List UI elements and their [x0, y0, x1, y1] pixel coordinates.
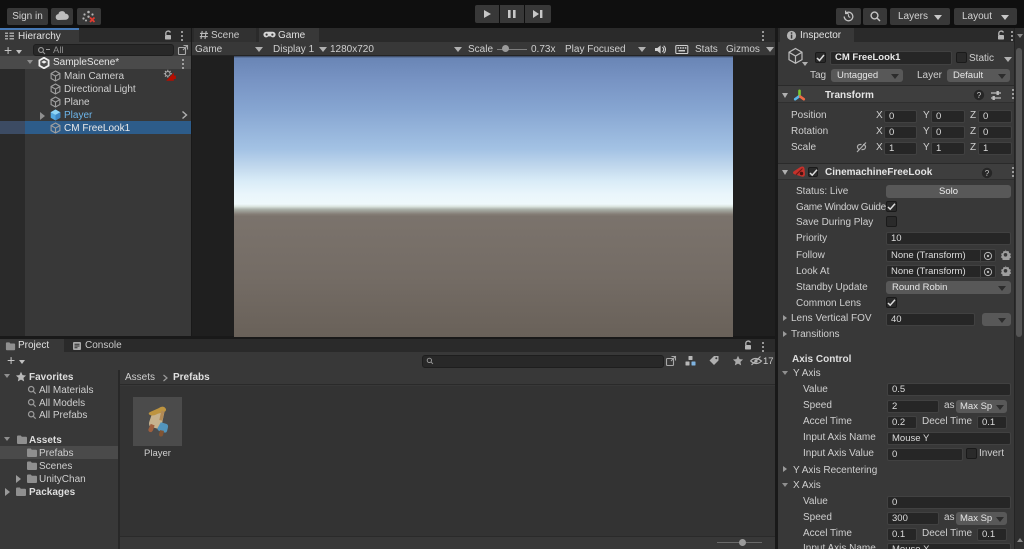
- svg-text:?: ?: [985, 168, 990, 177]
- svg-text:?: ?: [977, 91, 982, 100]
